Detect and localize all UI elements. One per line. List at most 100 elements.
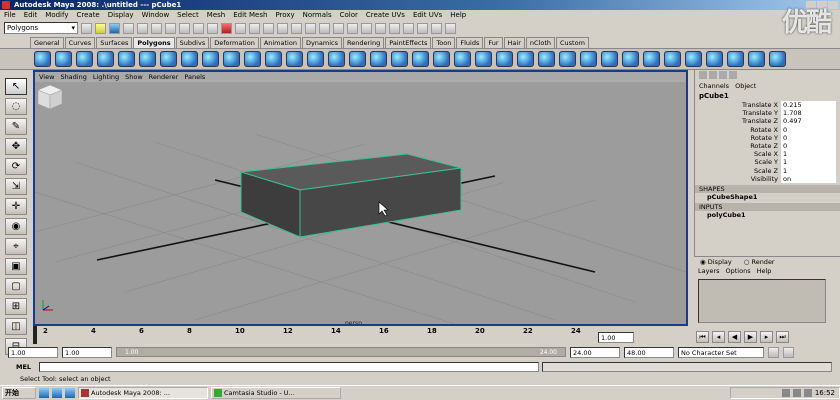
character-set-dropdown[interactable]: No Character Set [678,346,764,358]
merge-icon[interactable] [622,51,639,67]
mask-deformations-icon[interactable] [221,22,232,34]
menu-mesh[interactable]: Mesh [207,10,225,20]
poly-platonic-icon[interactable] [265,51,282,67]
snap-grid-icon[interactable] [277,22,288,34]
attribute-value-field[interactable]: 1 [781,166,836,175]
layer-menu-help[interactable]: Help [757,267,772,276]
uv-editor-icon[interactable] [685,51,702,67]
attribute-row[interactable]: Translate Z 0.497 [695,117,840,126]
channel-box-toggle-icon[interactable] [699,71,707,79]
shelf-tab-polygons[interactable]: Polygons [133,37,175,48]
render-frame-icon[interactable] [375,22,386,34]
shelf-tab-subdivs[interactable]: Subdivs [175,37,210,48]
save-scene-icon[interactable] [109,22,120,34]
attribute-value-field[interactable]: 1.708 [781,109,836,118]
shelf-tab-painteffects[interactable]: PaintEffects [385,37,432,48]
menu-proxy[interactable]: Proxy [275,10,294,20]
lasso-tool[interactable]: ◌ [5,98,27,115]
planar-mapping-icon[interactable] [706,51,723,67]
panel-menu-panels[interactable]: Panels [184,72,205,82]
menu-edit[interactable]: Edit [24,10,38,20]
auto-key-icon[interactable] [768,346,779,358]
taskbar-item-camtasia[interactable]: Camtasia Studio - U... [211,387,341,399]
attribute-value-field[interactable]: 0 [781,133,836,142]
panel-menu-shading[interactable]: Shading [60,72,86,82]
panel-menu-lighting[interactable]: Lighting [93,72,119,82]
collapse-icon[interactable] [643,51,660,67]
append-polygon-icon[interactable] [517,51,534,67]
menu-modify[interactable]: Modify [45,10,68,20]
attribute-value-field[interactable]: on [781,174,836,183]
poly-cylinder-icon[interactable] [76,51,93,67]
poly-sphere-icon[interactable] [34,51,51,67]
perspective-viewport[interactable]: persp [35,82,686,324]
taskbar-item-maya[interactable]: Autodesk Maya 2008: ... [78,387,208,399]
panel-menu-view[interactable]: View [39,72,54,82]
layout-four-view[interactable]: ⊞ [5,298,27,315]
current-frame-field[interactable]: 1.00 [598,332,634,343]
open-scene-icon[interactable] [95,22,106,34]
attribute-row[interactable]: Translate Y 1.708 [695,109,840,118]
menu-create-uvs[interactable]: Create UVs [366,10,405,20]
bevel-icon[interactable] [601,51,618,67]
select-object-icon[interactable] [137,22,148,34]
snap-curve-icon[interactable] [291,22,302,34]
split-polygon-icon[interactable] [538,51,555,67]
attribute-row[interactable]: Translate X 0.215 [695,101,840,110]
show-attribute-editor-icon[interactable] [417,22,428,34]
boolean-difference-icon[interactable] [370,51,387,67]
poly-plane-icon[interactable] [118,51,135,67]
render-layer-radio[interactable]: ○ Render [744,257,775,267]
automatic-mapping-icon[interactable] [769,51,786,67]
select-hierarchy-icon[interactable] [123,22,134,34]
attribute-row[interactable]: Rotate Z0 [695,141,840,151]
playback-end-field[interactable]: 24.00 [570,346,620,358]
extrude-icon[interactable] [475,51,492,67]
mirror-geometry-icon[interactable] [454,51,471,67]
show-desktop-icon[interactable] [39,388,49,398]
step-forward-button[interactable]: ▸ [760,331,773,343]
shelf-tab-general[interactable]: General [30,37,64,48]
layout-persp-outliner[interactable]: ◫ [5,318,27,335]
menu-display[interactable]: Display [108,10,134,20]
extract-icon[interactable] [328,51,345,67]
shelf-tab-deformation[interactable]: Deformation [210,37,259,48]
show-tool-settings-icon[interactable] [431,22,442,34]
shelf-tab-hair[interactable]: Hair [503,37,525,48]
paint-select-tool[interactable]: ✎ [5,118,27,135]
start-button[interactable]: 开始 [2,387,36,399]
shelf-tab-ncloth[interactable]: nCloth [525,37,555,48]
show-manipulator-tool[interactable]: ⌖ [5,238,27,255]
view-cube-icon[interactable] [35,82,65,112]
make-live-icon[interactable] [333,22,344,34]
time-slider[interactable]: 2 4 6 8 10 12 14 16 18 20 22 24 [33,326,688,344]
playback-start-field[interactable]: 1.00 [62,346,112,358]
current-time-indicator[interactable] [33,326,37,344]
shape-node-item[interactable]: pCubeShape1 [695,193,840,201]
attribute-row[interactable]: Visibility on [695,174,840,183]
input-node-item[interactable]: polyCube1 [695,211,840,219]
boolean-intersection-icon[interactable] [391,51,408,67]
menu-normals[interactable]: Normals [303,10,332,20]
system-clock[interactable]: 16:52 [815,389,835,397]
offset-edge-loop-icon[interactable] [580,51,597,67]
mask-handles-icon[interactable] [165,22,176,34]
scale-tool[interactable]: ⇲ [5,178,27,195]
attribute-row[interactable]: Scale X1 [695,150,840,159]
show-channel-box-icon[interactable] [445,22,456,34]
layout-single-perspective[interactable]: ▢ [5,278,27,295]
shelf-tab-surfaces[interactable]: Surfaces [96,37,133,48]
selected-object-name[interactable]: pCube1 [695,91,840,101]
attribute-value-field[interactable]: 0 [781,125,836,134]
universal-manipulator-tool[interactable]: ✛ [5,198,27,215]
panel-menu-renderer[interactable]: Renderer [149,72,179,82]
insert-edge-loop-icon[interactable] [559,51,576,67]
menu-create[interactable]: Create [76,10,99,20]
poly-helix-icon[interactable] [223,51,240,67]
attribute-value-field[interactable]: 0.497 [781,117,836,126]
attribute-value-field[interactable]: 1 [781,158,836,167]
go-to-start-button[interactable]: ⏮ [696,331,709,343]
attribute-editor-toggle-icon[interactable] [709,71,717,79]
step-back-button[interactable]: ◂ [712,331,725,343]
layer-list[interactable] [698,279,826,323]
